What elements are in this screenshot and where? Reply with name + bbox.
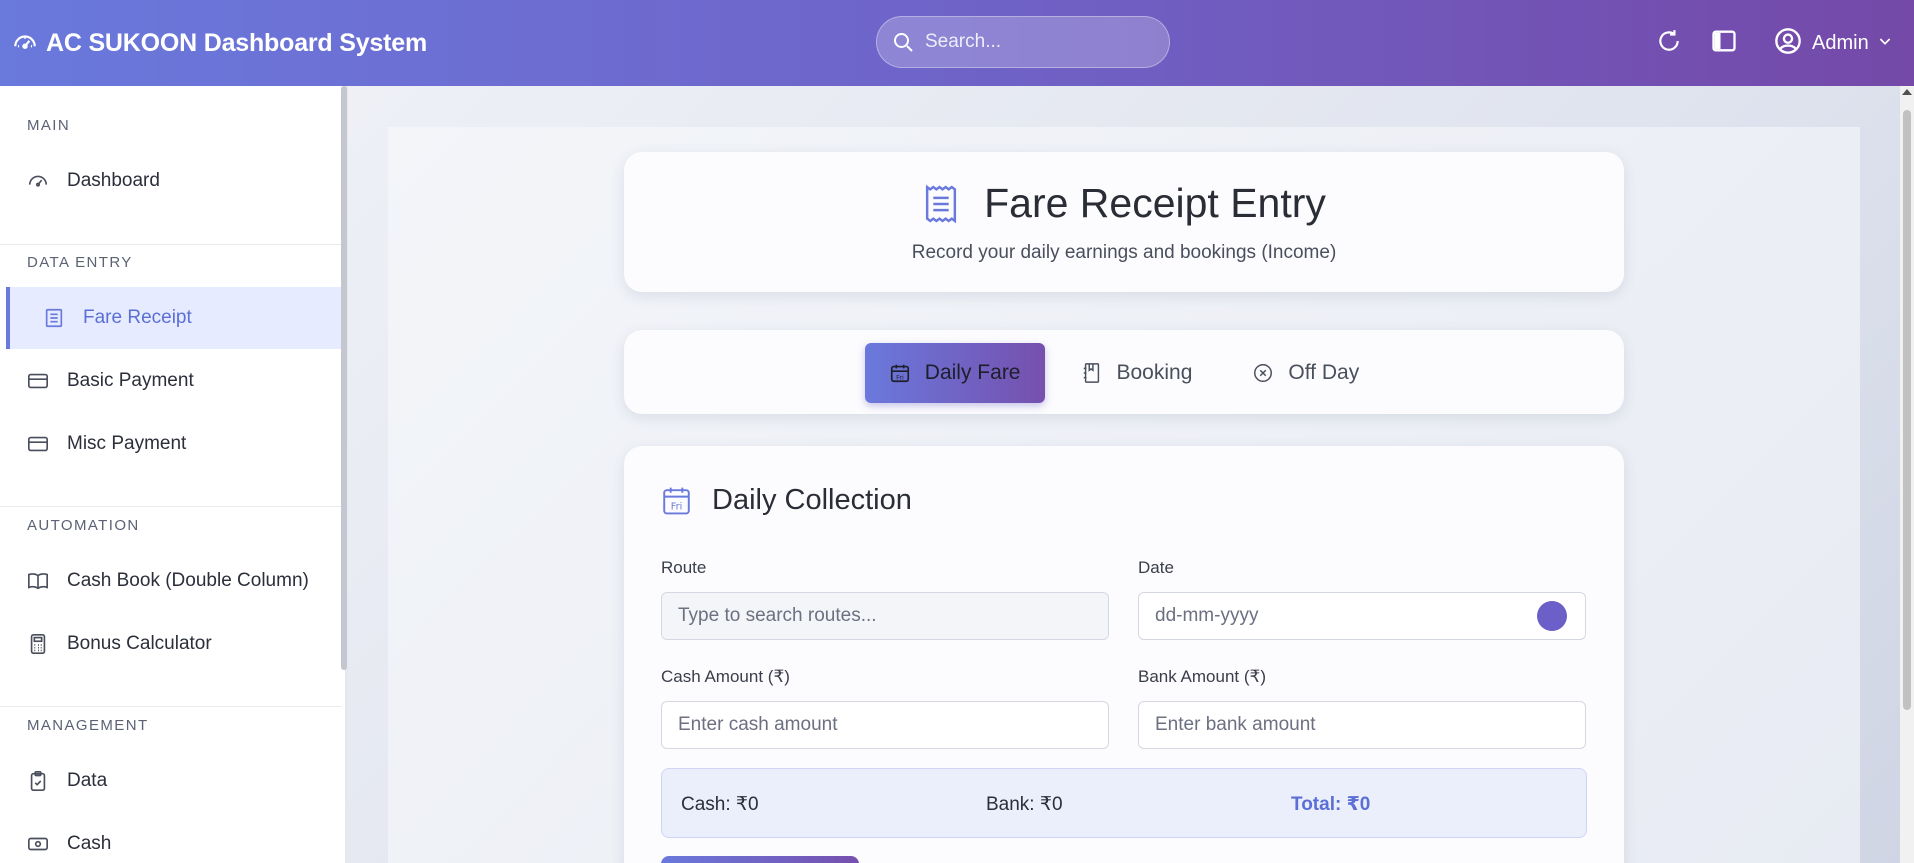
sidebar-divider: [0, 706, 341, 707]
cash-summary: Cash: ₹0: [681, 794, 759, 815]
book-icon: [27, 570, 49, 592]
bank-amount-label: Bank Amount (₹): [1138, 667, 1266, 686]
sidebar-section-data-entry: DATA ENTRY: [27, 254, 133, 271]
sidebar-item-dashboard[interactable]: Dashboard: [0, 150, 341, 212]
svg-text:Fri: Fri: [671, 502, 683, 513]
toggle-sidebar-button[interactable]: [1709, 28, 1739, 58]
form-title-text: Daily Collection: [712, 484, 912, 516]
sidebar-item-label: Bonus Calculator: [67, 633, 212, 654]
entry-type-tabs: Fri Daily Fare Booking Off Day: [624, 330, 1624, 414]
chevron-down-icon: [1877, 33, 1893, 54]
bank-amount-input[interactable]: [1138, 701, 1586, 749]
total-summary: Total: ₹0: [1291, 794, 1371, 815]
page-title: Fare Receipt Entry: [984, 180, 1326, 226]
tab-daily-fare[interactable]: Fri Daily Fare: [864, 343, 1045, 403]
date-picker-button[interactable]: [1537, 601, 1567, 631]
scrollbar-thumb[interactable]: [1903, 110, 1911, 710]
search-icon: [891, 30, 915, 54]
tab-label: Daily Fare: [924, 361, 1021, 384]
sidebar-item-bonus-calculator[interactable]: Bonus Calculator: [0, 613, 341, 675]
cash-icon: [27, 833, 49, 855]
calendar-icon: Fri: [889, 362, 911, 384]
journal-icon: [1081, 362, 1103, 384]
form-title: Fri Daily Collection: [661, 484, 912, 517]
sidebar-section-management: MANAGEMENT: [27, 717, 149, 734]
submit-button[interactable]: [661, 856, 859, 863]
sidebar-item-label: Basic Payment: [67, 370, 194, 391]
route-input[interactable]: [661, 592, 1109, 640]
user-name: Admin: [1812, 31, 1869, 54]
tab-booking[interactable]: Booking: [1057, 343, 1217, 403]
sidebar-section-automation: AUTOMATION: [27, 517, 140, 534]
sidebar-item-fare-receipt[interactable]: Fare Receipt: [6, 287, 341, 349]
sidebar-item-label: Data: [67, 770, 108, 791]
clipboard-icon: [27, 770, 49, 792]
sidebar-item-label: Dashboard: [67, 170, 160, 191]
date-input[interactable]: [1138, 592, 1586, 640]
app-title: AC SUKOON Dashboard System: [46, 28, 427, 57]
sidebar-toggle-icon: [1710, 27, 1738, 60]
tab-label: Booking: [1116, 361, 1193, 384]
svg-text:Fri: Fri: [896, 373, 904, 381]
date-label: Date: [1138, 558, 1174, 577]
sidebar-section-main: MAIN: [27, 117, 71, 134]
refresh-button[interactable]: [1654, 28, 1684, 58]
page-header-card: Fare Receipt Entry Record your daily ear…: [624, 152, 1624, 292]
card-icon: [27, 433, 49, 455]
sidebar-divider: [0, 506, 341, 507]
calendar-icon: Fri: [661, 485, 692, 516]
route-label: Route: [661, 558, 707, 577]
user-menu-button[interactable]: Admin: [1774, 26, 1893, 60]
top-navbar: AC SUKOON Dashboard System Admin: [0, 0, 1914, 86]
sidebar-item-label: Cash: [67, 833, 112, 854]
sidebar-item-misc-payment[interactable]: Misc Payment: [0, 413, 341, 475]
sidebar-item-cash[interactable]: Cash: [0, 813, 341, 863]
sidebar-divider: [0, 244, 341, 245]
speedometer-icon: [12, 30, 38, 56]
daily-collection-card: Fri Daily Collection Route Date Cash Amo…: [624, 446, 1624, 863]
brand[interactable]: AC SUKOON Dashboard System: [12, 26, 427, 60]
sidebar-item-label: Fare Receipt: [83, 307, 192, 328]
sidebar-scrollbar[interactable]: [341, 86, 347, 670]
close-circle-icon: [1252, 362, 1274, 384]
sidebar-item-basic-payment[interactable]: Basic Payment: [0, 350, 341, 412]
page-scrollbar[interactable]: [1900, 86, 1914, 863]
sidebar-item-cash-book[interactable]: Cash Book (Double Column): [0, 550, 341, 612]
search-box[interactable]: [876, 16, 1170, 68]
calculator-icon: [27, 633, 49, 655]
receipt-icon: [922, 184, 960, 224]
amount-summary: Cash: ₹0 Bank: ₹0 Total: ₹0: [661, 768, 1587, 838]
dashboard-icon: [27, 170, 49, 192]
tab-off-day[interactable]: Off Day: [1228, 343, 1383, 403]
page-subtitle: Record your daily earnings and bookings …: [911, 242, 1337, 263]
tab-label: Off Day: [1288, 361, 1360, 384]
cash-amount-label: Cash Amount (₹): [661, 667, 790, 686]
sidebar-item-label: Cash Book (Double Column): [67, 570, 309, 591]
cash-amount-input[interactable]: [661, 701, 1109, 749]
sidebar-item-data[interactable]: Data: [0, 750, 341, 812]
card-icon: [27, 370, 49, 392]
receipt-icon: [43, 307, 65, 329]
refresh-icon: [1656, 28, 1682, 59]
search-input[interactable]: [925, 31, 1145, 53]
scroll-up-icon[interactable]: [1902, 89, 1912, 95]
bank-summary: Bank: ₹0: [986, 794, 1063, 815]
user-avatar-icon: [1774, 27, 1802, 60]
sidebar-item-label: Misc Payment: [67, 433, 187, 454]
